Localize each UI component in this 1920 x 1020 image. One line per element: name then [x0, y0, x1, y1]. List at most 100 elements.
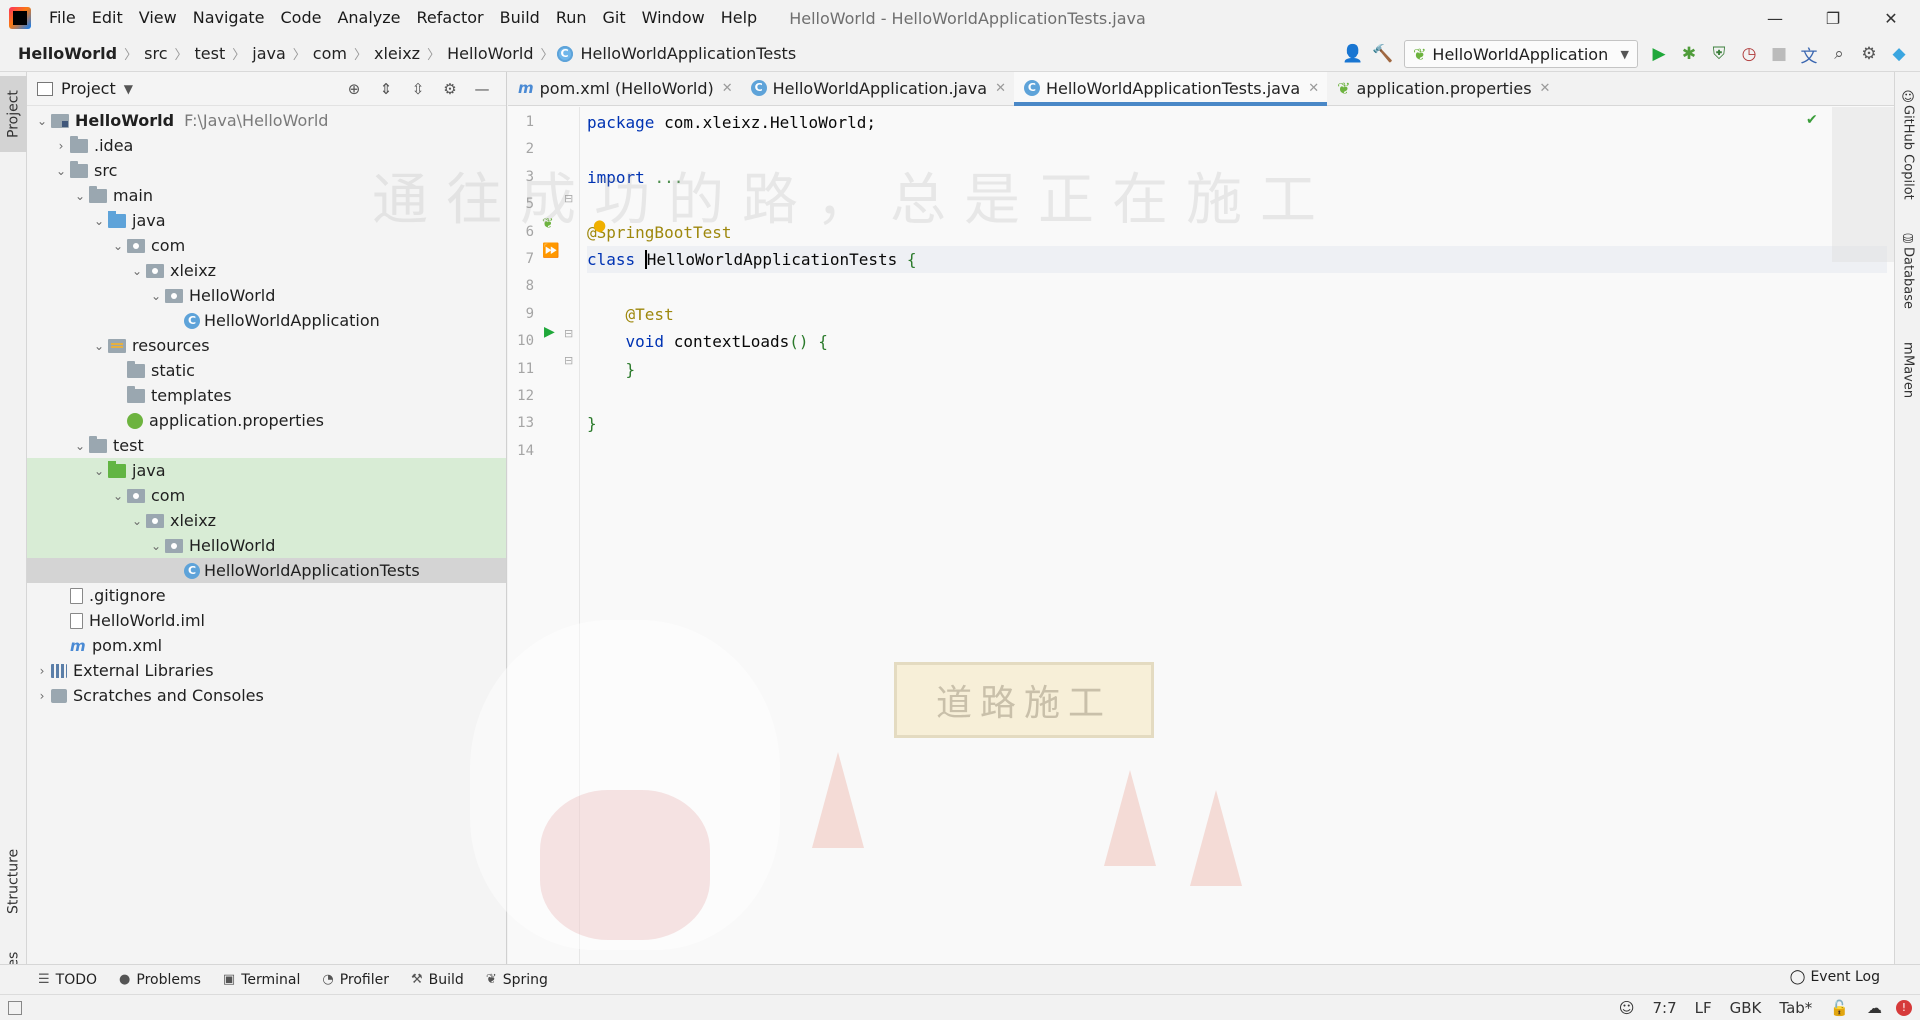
menu-item-navigate[interactable]: Navigate — [185, 0, 273, 36]
tab-database[interactable]: ⛁ Database — [1895, 232, 1920, 332]
chevron-down-icon[interactable]: ⌄ — [109, 489, 127, 503]
fold-marker-icon[interactable]: ⊟ — [564, 354, 573, 367]
tree-item[interactable]: › Scratches and Consoles — [27, 683, 506, 708]
tree-item[interactable]: ⌄ src — [27, 158, 506, 183]
copilot-status-icon[interactable]: ☺ — [1619, 999, 1635, 1017]
editor-tab[interactable]: C HelloWorldApplicationTests.java ✕ — [1013, 72, 1328, 106]
line-separator[interactable]: LF — [1695, 999, 1712, 1017]
tree-item[interactable]: ⌄ HelloWorld — [27, 533, 506, 558]
menu-item-edit[interactable]: Edit — [84, 0, 131, 36]
chevron-down-icon[interactable]: ⌄ — [90, 214, 108, 228]
chevron-down-icon[interactable]: ⌄ — [109, 239, 127, 253]
tree-item[interactable]: m pom.xml — [27, 633, 506, 658]
tree-item[interactable]: application.properties — [27, 408, 506, 433]
breadcrumb-item[interactable]: com — [309, 44, 351, 63]
file-encoding[interactable]: GBK — [1730, 999, 1762, 1017]
tree-item[interactable]: C HelloWorldApplicationTests — [27, 558, 506, 583]
breadcrumb-item[interactable]: HelloWorldApplicationTests — [577, 44, 801, 63]
tree-item[interactable]: ⌄ com — [27, 233, 506, 258]
run-configuration-select[interactable]: ❦ HelloWorldApplication ▼ — [1404, 40, 1638, 68]
chevron-right-icon[interactable]: › — [33, 689, 51, 703]
tab-problems[interactable]: ● Problems — [119, 972, 201, 988]
tree-item[interactable]: › .idea — [27, 133, 506, 158]
run-icon[interactable]: ▶ — [1644, 39, 1674, 69]
close-button[interactable]: ✕ — [1862, 0, 1920, 36]
code-line[interactable]: @Test — [587, 301, 1887, 328]
minimize-button[interactable]: — — [1746, 0, 1804, 36]
editor-tab[interactable]: ❦ application.properties ✕ — [1327, 72, 1558, 105]
chevron-down-icon[interactable]: ⌄ — [52, 164, 70, 178]
code-line[interactable]: import ... — [587, 164, 1887, 191]
build-hammer-icon[interactable]: 🔨 — [1368, 39, 1398, 69]
chevron-down-icon[interactable]: ⌄ — [33, 114, 51, 128]
tab-profiler[interactable]: ◔ Profiler — [322, 972, 389, 988]
tree-item[interactable]: ⌄ HelloWorld F:\Java\HelloWorld — [27, 108, 506, 133]
debug-icon[interactable]: ✱ — [1674, 39, 1704, 69]
code-line[interactable] — [587, 191, 1887, 218]
menu-item-analyze[interactable]: Analyze — [329, 0, 408, 36]
tab-spring[interactable]: ❦ Spring — [486, 972, 548, 988]
code-line[interactable] — [587, 438, 1887, 465]
gear-icon[interactable]: ⚙ — [1854, 39, 1884, 69]
code-line[interactable] — [587, 383, 1887, 410]
code-line[interactable] — [587, 136, 1887, 163]
tab-terminal[interactable]: ▣ Terminal — [223, 972, 300, 988]
breadcrumb-item[interactable]: test — [191, 44, 230, 63]
toolbox-icon[interactable]: ◆ — [1884, 39, 1914, 69]
toggle-tool-windows-icon[interactable] — [8, 1000, 22, 1015]
tree-item[interactable]: ⌄ com — [27, 483, 506, 508]
breadcrumb-item[interactable]: xleixz — [370, 44, 424, 63]
menu-item-git[interactable]: Git — [595, 0, 634, 36]
chevron-down-icon[interactable]: ▼ — [124, 82, 133, 96]
tab-todo[interactable]: ☰ TODO — [38, 972, 97, 988]
search-icon[interactable]: ⌕ — [1824, 39, 1854, 69]
run-tests-gutter-icon[interactable]: ⏩ — [542, 243, 559, 259]
menu-item-build[interactable]: Build — [492, 0, 548, 36]
code-line[interactable] — [587, 273, 1887, 300]
breadcrumb-item[interactable]: HelloWorld — [14, 44, 121, 63]
indent-setting[interactable]: Tab* — [1779, 999, 1812, 1017]
tab-project[interactable]: Project — [0, 76, 27, 152]
chevron-right-icon[interactable]: › — [52, 139, 70, 153]
expand-all-icon[interactable]: ⇕ — [370, 74, 402, 104]
close-icon[interactable]: ✕ — [995, 81, 1006, 96]
chevron-down-icon[interactable]: ⌄ — [147, 289, 165, 303]
chevron-down-icon[interactable]: ⌄ — [128, 264, 146, 278]
caret-position[interactable]: 7:7 — [1653, 999, 1677, 1017]
code-area[interactable]: package com.xleixz.HelloWorld; import ...… — [587, 107, 1887, 964]
project-panel-title[interactable]: Project — [61, 79, 116, 98]
code-line[interactable]: class HelloWorldApplicationTests { — [587, 246, 1887, 273]
menu-item-code[interactable]: Code — [273, 0, 330, 36]
tab-build[interactable]: ⚒ Build — [411, 972, 464, 988]
tree-item[interactable]: templates — [27, 383, 506, 408]
close-icon[interactable]: ✕ — [1540, 81, 1551, 96]
tree-item[interactable]: ⌄ resources — [27, 333, 506, 358]
chevron-right-icon[interactable]: › — [33, 664, 51, 678]
breadcrumb-item[interactable]: src — [140, 44, 171, 63]
code-line[interactable]: @SpringBootTest — [587, 219, 1887, 246]
tree-item[interactable]: C HelloWorldApplication — [27, 308, 506, 333]
translate-icon[interactable]: 文 — [1794, 39, 1824, 69]
chevron-down-icon[interactable]: ⌄ — [128, 514, 146, 528]
tree-item[interactable]: ⌄ main — [27, 183, 506, 208]
code-line[interactable]: } — [587, 356, 1887, 383]
restore-button[interactable]: ❐ — [1804, 0, 1862, 36]
stop-icon[interactable]: ■ — [1764, 39, 1794, 69]
tree-item[interactable]: HelloWorld.iml — [27, 608, 506, 633]
bean-gutter-icon[interactable]: ❦ — [542, 216, 554, 232]
code-line[interactable]: void contextLoads() { — [587, 328, 1887, 355]
tree-item[interactable]: static — [27, 358, 506, 383]
chevron-down-icon[interactable]: ⌄ — [147, 539, 165, 553]
tree-item[interactable]: ⌄ test — [27, 433, 506, 458]
gear-icon[interactable]: ⚙ — [434, 74, 466, 104]
fold-marker-icon[interactable]: ⊟ — [564, 192, 573, 205]
intellij-logo-icon[interactable] — [9, 7, 31, 29]
menu-item-window[interactable]: Window — [634, 0, 713, 36]
tree-item[interactable]: ⌄ xleixz — [27, 258, 506, 283]
menu-item-run[interactable]: Run — [548, 0, 595, 36]
menu-item-view[interactable]: View — [131, 0, 185, 36]
bulb-icon[interactable]: ● — [593, 216, 606, 234]
close-icon[interactable]: ✕ — [722, 81, 733, 96]
tree-item[interactable]: ⌄ java — [27, 458, 506, 483]
chevron-down-icon[interactable]: ⌄ — [90, 339, 108, 353]
